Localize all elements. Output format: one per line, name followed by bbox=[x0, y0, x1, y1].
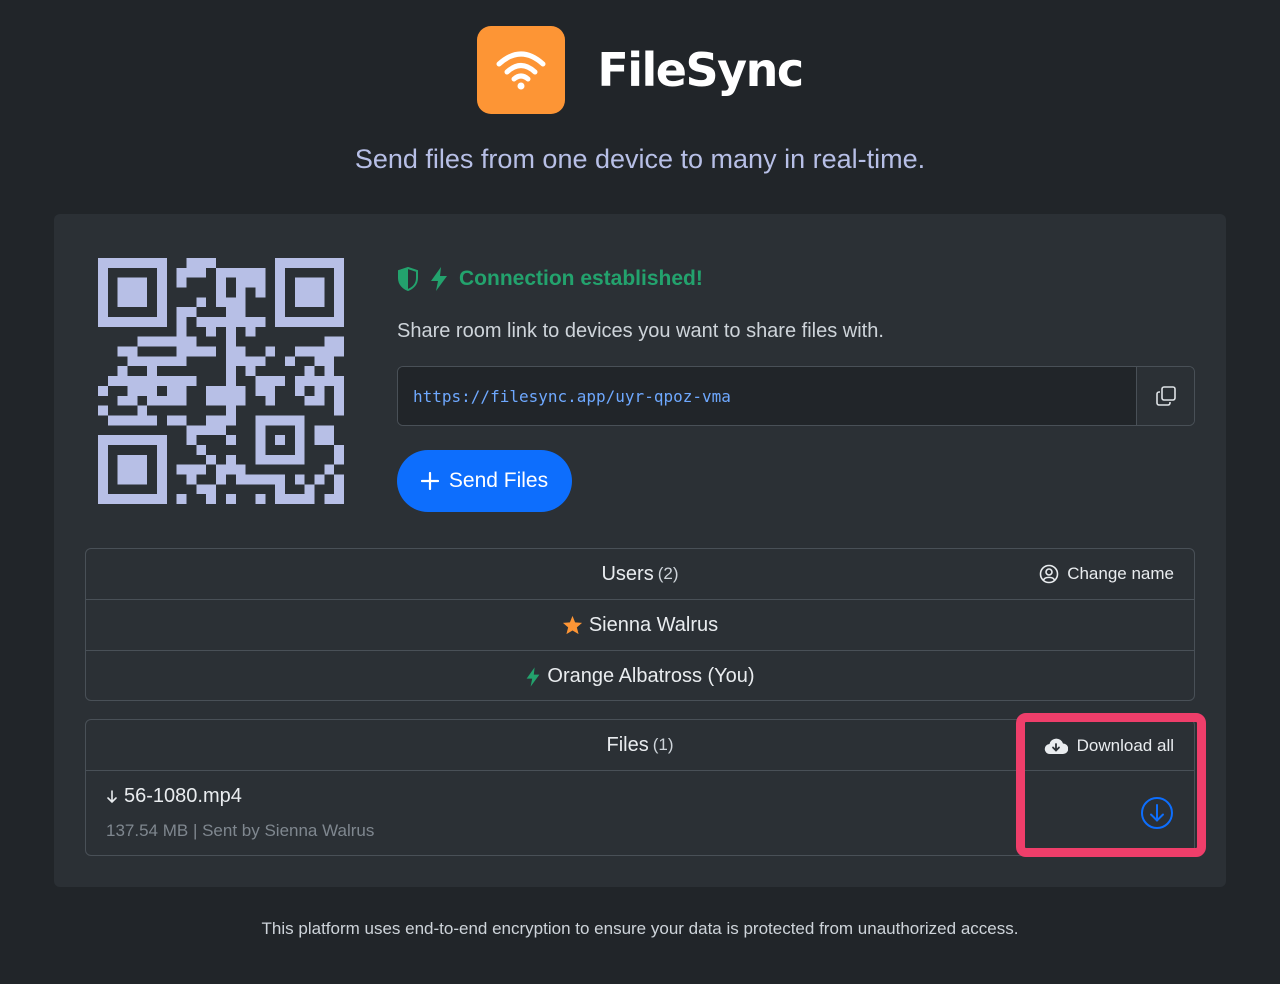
files-count: (1) bbox=[652, 735, 674, 754]
users-count: (2) bbox=[657, 564, 679, 583]
send-files-button[interactable]: Send Files bbox=[397, 450, 572, 512]
file-meta: 137.54 MB | Sent by Sienna Walrus bbox=[106, 821, 375, 840]
send-files-label: Send Files bbox=[448, 469, 549, 492]
shield-icon bbox=[398, 267, 418, 291]
connection-status: Connection established! bbox=[397, 266, 703, 292]
room-qr-code bbox=[98, 258, 344, 504]
highlight-box bbox=[1016, 713, 1206, 857]
plus-icon bbox=[420, 472, 439, 490]
bolt-icon bbox=[527, 666, 540, 687]
bolt-icon bbox=[431, 267, 447, 291]
files-header-label: Files bbox=[606, 733, 649, 756]
footer-note: This platform uses end-to-end encryption… bbox=[261, 919, 1019, 938]
user-circle-icon bbox=[1039, 564, 1059, 584]
app-title: FileSync bbox=[597, 43, 804, 97]
user-name: Sienna Walrus bbox=[588, 613, 719, 636]
user-row: Orange Albatross (You) bbox=[86, 651, 1194, 700]
star-icon bbox=[562, 615, 582, 635]
change-name-button[interactable]: Change name bbox=[1039, 549, 1174, 599]
user-name: Orange Albatross (You) bbox=[547, 665, 755, 687]
room-link-group bbox=[397, 366, 1195, 426]
app-header: FileSync bbox=[0, 26, 1280, 114]
file-name: 56-1080.mp4 bbox=[106, 785, 242, 808]
users-header: Users (2) Change name bbox=[86, 549, 1194, 600]
wifi-logo-icon bbox=[477, 26, 566, 114]
copy-link-button[interactable] bbox=[1136, 367, 1194, 425]
file-name-text: 56-1080.mp4 bbox=[124, 785, 242, 807]
users-table: Users (2) Change name Sienna Walrus Oran… bbox=[85, 548, 1195, 701]
tagline: Send files from one device to many in re… bbox=[354, 144, 926, 174]
connection-status-text: Connection established! bbox=[459, 267, 703, 290]
room-link-input[interactable] bbox=[398, 367, 1136, 425]
users-header-label: Users bbox=[601, 562, 654, 585]
copy-icon bbox=[1155, 386, 1176, 406]
change-name-label: Change name bbox=[1067, 564, 1174, 583]
share-prompt: Share room link to devices you want to s… bbox=[397, 320, 884, 342]
user-row: Sienna Walrus bbox=[86, 600, 1194, 651]
arrow-down-icon bbox=[107, 789, 117, 803]
